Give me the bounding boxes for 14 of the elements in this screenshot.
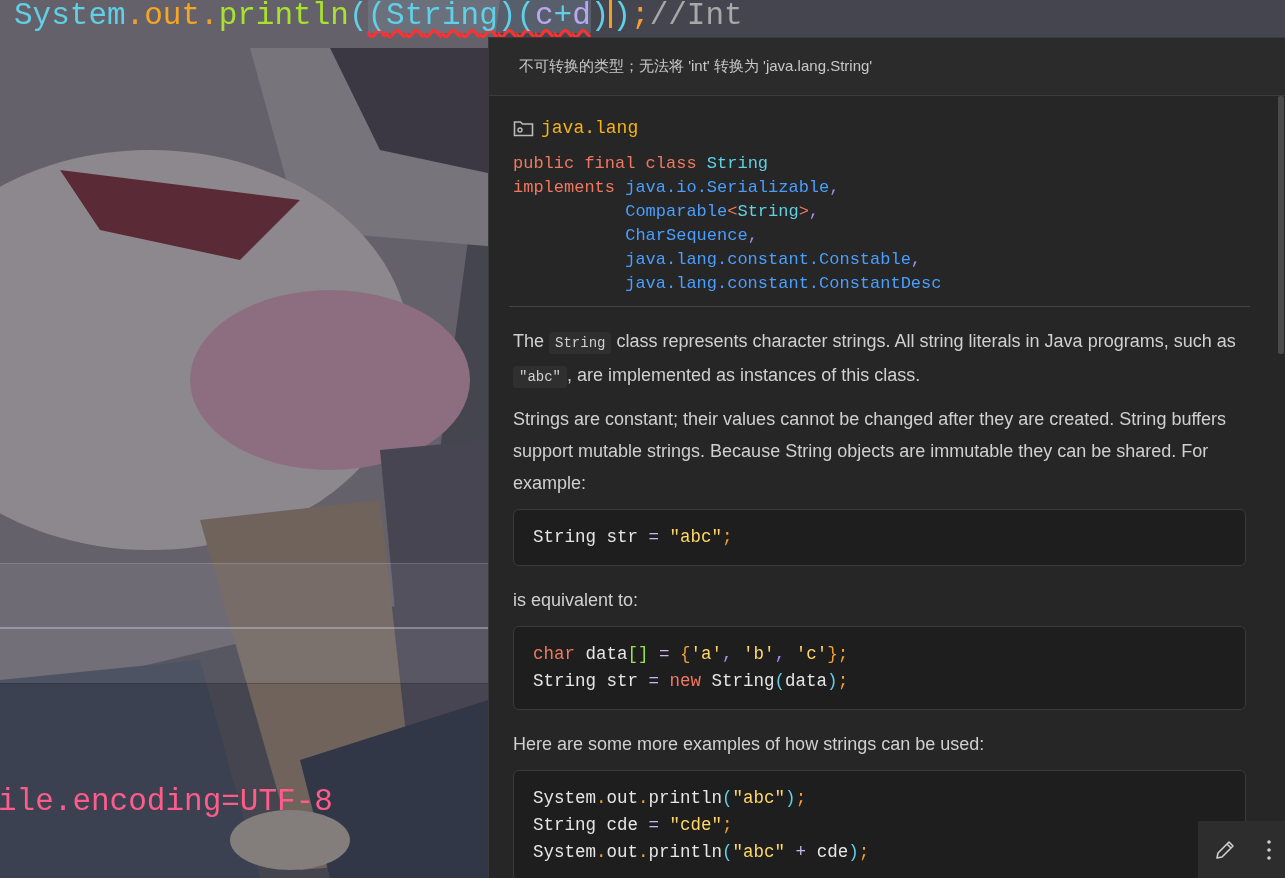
error-message: 不可转换的类型；无法将 'int' 转换为 'java.lang.String' — [519, 57, 873, 76]
package-icon — [513, 119, 535, 137]
description-paragraph: The String class represents character strings. All string literals in Java programs, such as "abc" , are implemented as instances of this class. — [513, 325, 1246, 393]
console-line: ile.encoding=UTF-8 — [0, 783, 333, 821]
class-signature: public final class String implements java.io.Serializable, Comparable<String>, CharSequence, java.lang.constant.Constable, java.lang.constant.ConstantDesc — [513, 153, 943, 295]
scrollbar[interactable] — [1278, 96, 1284, 354]
description-paragraph: Strings are constant; their values cannot be changed after they are created. String buffers support mutable strings. Because String objects are immutable they can be shared. For example: — [513, 408, 1228, 495]
package-name: java.lang — [541, 118, 639, 138]
code-line: System.out.println((String)(c+d));//Int — [14, 0, 743, 35]
code-example: String str = "abc"; — [513, 509, 1246, 566]
description-paragraph: Here are some more examples of how strings can be used: — [513, 733, 986, 756]
description-paragraph: is equivalent to: — [513, 589, 640, 612]
code-example: char data[] = {'a', 'b', 'c'}; String str = new String(data); — [513, 626, 1246, 710]
code-example: System.out.println("abc"); String cde = "cde"; System.out.println("abc" + cde); — [513, 770, 1246, 878]
